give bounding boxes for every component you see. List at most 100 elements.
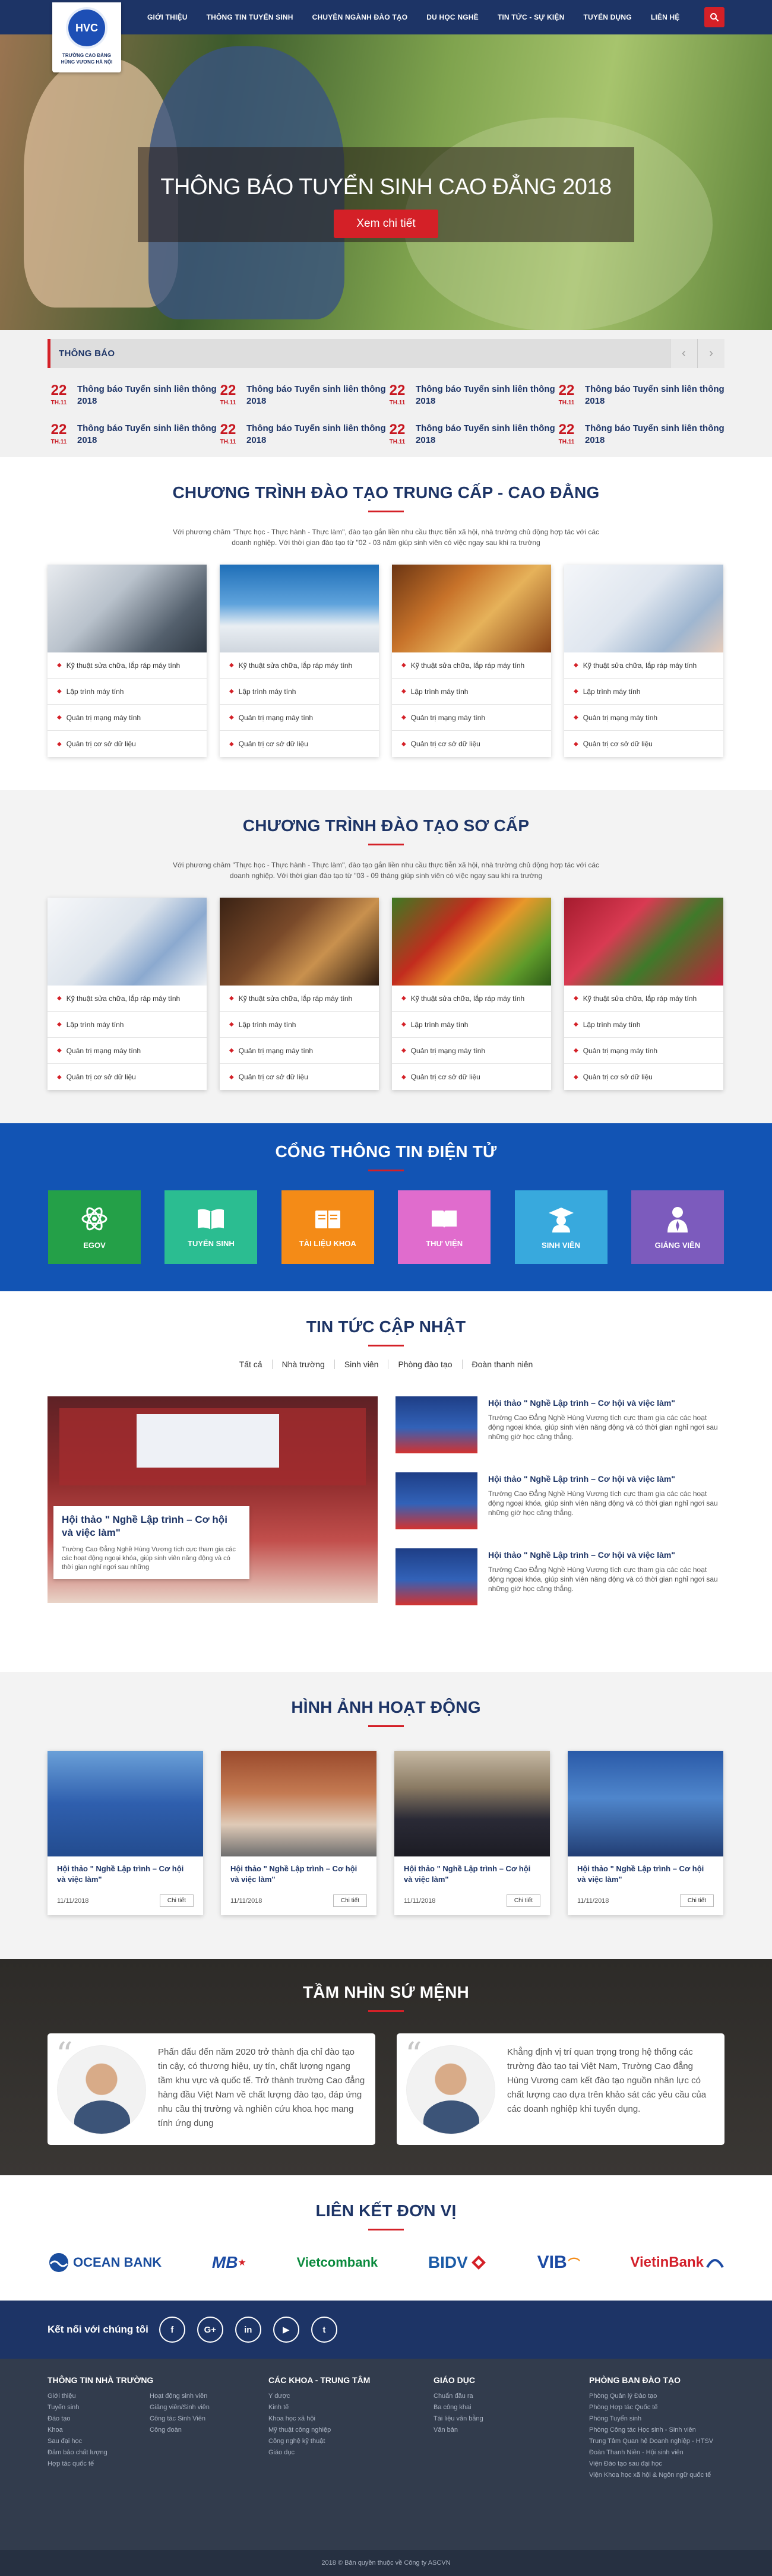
- twitter-icon[interactable]: t: [311, 2317, 337, 2343]
- featured-news[interactable]: Hội thảo " Nghề Lập trình – Cơ hội và vi…: [48, 1396, 378, 1603]
- program-item[interactable]: ◆ Lập trình máy tính: [392, 1012, 551, 1038]
- footer-link[interactable]: Đảm bảo chất lượng: [48, 2447, 150, 2458]
- program-item[interactable]: ◆ Kỹ thuật sửa chữa, lắp ráp máy tính: [220, 652, 379, 679]
- announcement-item[interactable]: 22 TH.11 Thông báo Tuyển sinh liên thông 2…: [555, 384, 724, 407]
- search-button[interactable]: [704, 7, 724, 27]
- tab-nha-truong[interactable]: Nhà trường: [273, 1360, 335, 1369]
- linkedin-icon[interactable]: in: [235, 2317, 261, 2343]
- announcement-item[interactable]: 22 TH.11 Thông báo Tuyển sinh liên thông 2…: [48, 423, 217, 446]
- partner-vietcombank-logo[interactable]: Vietcombank: [297, 2255, 378, 2270]
- detail-button[interactable]: Chi tiết: [506, 1894, 540, 1907]
- program-item[interactable]: ◆ Quản trị mạng máy tính: [48, 705, 207, 731]
- footer-link[interactable]: Phòng Hợp tác Quốc tế: [589, 2402, 724, 2413]
- footer-link[interactable]: Y dược: [268, 2391, 434, 2402]
- program-item[interactable]: ◆ Quản trị mạng máy tính: [564, 705, 723, 731]
- program-item[interactable]: ◆ Quản trị cơ sở dữ liệu: [220, 731, 379, 757]
- partner-mb-logo[interactable]: MB ★: [212, 2253, 246, 2272]
- program-item[interactable]: ◆ Quản trị mạng máy tính: [48, 1038, 207, 1064]
- footer-link[interactable]: Phòng Quản lý Đào tạo: [589, 2391, 724, 2402]
- google-plus-icon[interactable]: G+: [197, 2317, 223, 2343]
- program-item[interactable]: ◆ Lập trình máy tính: [564, 1012, 723, 1038]
- footer-link[interactable]: Viện Đào tạo sau đại học: [589, 2458, 724, 2470]
- program-item[interactable]: ◆ Quản trị cơ sở dữ liệu: [48, 1064, 207, 1090]
- footer-link[interactable]: Giáo dục: [268, 2447, 434, 2458]
- footer-link[interactable]: Viện Khoa học xã hội & Ngôn ngữ quốc tế: [589, 2470, 724, 2481]
- partner-vietinbank-logo[interactable]: VietinBank: [630, 2254, 724, 2271]
- portal-tile-giang-vien[interactable]: GIẢNG VIÊN: [631, 1190, 724, 1264]
- portal-tile-sinh-vien[interactable]: SINH VIÊN: [514, 1190, 608, 1264]
- program-item[interactable]: ◆ Kỹ thuật sửa chữa, lắp ráp máy tính: [392, 986, 551, 1012]
- program-item[interactable]: ◆ Quản trị cơ sở dữ liệu: [564, 731, 723, 757]
- gallery-card[interactable]: Hội thảo " Nghề Lập trình – Cơ hội và vi…: [568, 1751, 723, 1915]
- program-item[interactable]: ◆ Quản trị cơ sở dữ liệu: [48, 731, 207, 757]
- program-item[interactable]: ◆ Lập trình máy tính: [220, 1012, 379, 1038]
- program-item[interactable]: ◆ Quản trị cơ sở dữ liệu: [392, 731, 551, 757]
- program-item[interactable]: ◆ Kỹ thuật sửa chữa, lắp ráp máy tính: [564, 652, 723, 679]
- footer-link[interactable]: Giảng viên/Sinh viên: [150, 2402, 210, 2413]
- nav-tin-tuc-su-kien[interactable]: TIN TỨC - SỰ KIỆN: [488, 13, 574, 21]
- footer-link[interactable]: Đoàn Thanh Niên - Hội sinh viên: [589, 2447, 724, 2458]
- tab-sinh-vien[interactable]: Sinh viên: [335, 1360, 389, 1369]
- nav-lien-he[interactable]: LIÊN HỆ: [641, 13, 689, 21]
- footer-link[interactable]: Tài liệu văn bằng: [434, 2413, 589, 2425]
- detail-button[interactable]: Chi tiết: [159, 1894, 194, 1907]
- footer-link[interactable]: Sau đại học: [48, 2436, 150, 2447]
- portal-tile-tuyen-sinh[interactable]: TUYỂN SINH: [164, 1190, 258, 1264]
- footer-link[interactable]: Đào tạo: [48, 2413, 150, 2425]
- detail-button[interactable]: Chi tiết: [333, 1894, 367, 1907]
- news-item[interactable]: Hội thảo " Nghề Lập trình – Cơ hội và vi…: [396, 1396, 724, 1455]
- hero-detail-button[interactable]: Xem chi tiết: [334, 210, 438, 238]
- announcement-item[interactable]: 22 TH.11 Thông báo Tuyển sinh liên thông 2…: [217, 423, 386, 446]
- featured-news-title[interactable]: Hội thảo " Nghề Lập trình – Cơ hội và vi…: [62, 1513, 241, 1539]
- news-item[interactable]: Hội thảo " Nghề Lập trình – Cơ hội và vi…: [396, 1548, 724, 1607]
- footer-link[interactable]: Hợp tác quốc tế: [48, 2458, 150, 2470]
- footer-link[interactable]: Trung Tâm Quan hệ Doanh nghiệp - HTSV: [589, 2436, 724, 2447]
- program-item[interactable]: ◆ Lập trình máy tính: [48, 1012, 207, 1038]
- tab-doan-thanh-nien[interactable]: Đoàn thanh niên: [463, 1360, 543, 1369]
- program-card[interactable]: ◆ Kỹ thuật sửa chữa, lắp ráp máy tính ◆ Lập…: [564, 898, 723, 1090]
- nav-tuyen-dung[interactable]: TUYỂN DỤNG: [574, 13, 641, 21]
- program-item[interactable]: ◆ Quản trị mạng máy tính: [564, 1038, 723, 1064]
- footer-link[interactable]: Mỹ thuật công nghiệp: [268, 2425, 434, 2436]
- program-item[interactable]: ◆ Lập trình máy tính: [392, 679, 551, 705]
- announcement-item[interactable]: 22 TH.11 Thông báo Tuyển sinh liên thông 2…: [555, 423, 724, 446]
- footer-link[interactable]: Kinh tế: [268, 2402, 434, 2413]
- announcement-item[interactable]: 22 TH.11 Thông báo Tuyển sinh liên thông 2…: [386, 384, 555, 407]
- announcement-item[interactable]: 22 TH.11 Thông báo Tuyển sinh liên thông 2…: [386, 423, 555, 446]
- program-item[interactable]: ◆ Lập trình máy tính: [220, 679, 379, 705]
- footer-link[interactable]: Khoa học xã hội: [268, 2413, 434, 2425]
- program-item[interactable]: ◆ Lập trình máy tính: [48, 679, 207, 705]
- footer-link[interactable]: Công đoàn: [150, 2425, 210, 2436]
- nav-gioi-thieu[interactable]: GIỚI THIỆU: [138, 13, 197, 21]
- footer-link[interactable]: Công tác Sinh Viên: [150, 2413, 210, 2425]
- program-item[interactable]: ◆ Kỹ thuật sửa chữa, lắp ráp máy tính: [564, 986, 723, 1012]
- footer-link[interactable]: Phòng Công tác Học sinh - Sinh viên: [589, 2425, 724, 2436]
- tab-all[interactable]: Tất cả: [230, 1360, 273, 1369]
- youtube-icon[interactable]: ▶: [273, 2317, 299, 2343]
- announcement-item[interactable]: 22 TH.11 Thông báo Tuyển sinh liên thông 2…: [217, 384, 386, 407]
- program-item[interactable]: ◆ Kỹ thuật sửa chữa, lắp ráp máy tính: [392, 652, 551, 679]
- gallery-card[interactable]: Hội thảo " Nghề Lập trình – Cơ hội và vi…: [48, 1751, 203, 1915]
- announcement-item[interactable]: 22 TH.11 Thông báo Tuyển sinh liên thông 2…: [48, 384, 217, 407]
- program-card[interactable]: ◆ Kỹ thuật sửa chữa, lắp ráp máy tính ◆ Lập…: [220, 898, 379, 1090]
- program-card[interactable]: ◆ Kỹ thuật sửa chữa, lắp ráp máy tính ◆ Lập…: [564, 565, 723, 757]
- program-item[interactable]: ◆ Quản trị mạng máy tính: [392, 1038, 551, 1064]
- portal-tile-egov[interactable]: EGOV: [48, 1190, 141, 1264]
- program-item[interactable]: ◆ Quản trị mạng máy tính: [220, 705, 379, 731]
- program-item[interactable]: ◆ Quản trị mạng máy tính: [392, 705, 551, 731]
- partner-oceanbank-logo[interactable]: OCEAN BANK: [48, 2252, 162, 2273]
- program-item[interactable]: ◆ Quản trị cơ sở dữ liệu: [220, 1064, 379, 1090]
- program-item[interactable]: ◆ Kỹ thuật sửa chữa, lắp ráp máy tính: [48, 652, 207, 679]
- footer-link[interactable]: Khoa: [48, 2425, 150, 2436]
- site-logo[interactable]: HVC TRƯỜNG CAO ĐẲNG HÙNG VƯƠNG HÀ NỘI: [52, 2, 121, 72]
- portal-tile-thu-vien[interactable]: THƯ VIỆN: [398, 1190, 491, 1264]
- footer-link[interactable]: Công nghệ kỹ thuật: [268, 2436, 434, 2447]
- program-item[interactable]: ◆ Quản trị cơ sở dữ liệu: [392, 1064, 551, 1090]
- gallery-card[interactable]: Hội thảo " Nghề Lập trình – Cơ hội và vi…: [394, 1751, 550, 1915]
- footer-link[interactable]: Giới thiệu: [48, 2391, 150, 2402]
- footer-link[interactable]: Hoạt động sinh viên: [150, 2391, 210, 2402]
- gallery-card[interactable]: Hội thảo " Nghề Lập trình – Cơ hội và vi…: [221, 1751, 376, 1915]
- program-item[interactable]: ◆ Kỹ thuật sửa chữa, lắp ráp máy tính: [48, 986, 207, 1012]
- program-card[interactable]: ◆ Kỹ thuật sửa chữa, lắp ráp máy tính ◆ Lập…: [392, 565, 551, 757]
- footer-link[interactable]: Văn bản: [434, 2425, 589, 2436]
